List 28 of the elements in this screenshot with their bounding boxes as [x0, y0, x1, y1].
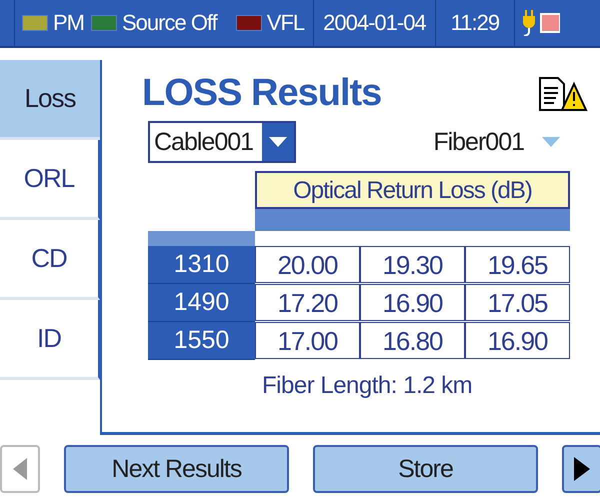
table-cell: 16.90 [465, 322, 570, 359]
table-cell: 17.05 [465, 284, 570, 321]
wavelength-cell: 1550 [148, 322, 255, 360]
indicator-label: VFL [266, 10, 304, 36]
indicator-label: PM [53, 10, 84, 36]
table-cell: 20.00 [255, 246, 360, 283]
time-text: 11:29 [450, 10, 500, 36]
table-cell: 19.30 [360, 246, 465, 283]
wavelength-cell: 1310 [148, 246, 255, 284]
table-cell: 16.80 [360, 322, 465, 359]
table-cell: 17.00 [255, 322, 360, 359]
cable-dropdown[interactable]: Cable001 [148, 121, 296, 163]
table-cell: 19.65 [465, 246, 570, 283]
table-cell: 16.90 [360, 284, 465, 321]
fiber-length-text: Fiber Length: 1.2 km [262, 372, 474, 400]
fiber-dropdown[interactable]: Fiber001 [433, 128, 560, 156]
wavelength-cell: 1490 [148, 284, 255, 322]
date-text: 2004-01-04 [322, 10, 427, 36]
action-button[interactable]: Store [313, 445, 538, 493]
action-button[interactable]: Next Results [64, 445, 289, 493]
page-title: LOSS Results [142, 72, 382, 115]
side-tab[interactable]: ORL [0, 140, 100, 220]
indicator-label: Source Off [122, 10, 217, 36]
table-cell: 17.20 [255, 284, 360, 321]
side-tab[interactable]: Loss [0, 60, 100, 140]
table-header: Optical Return Loss (dB) [255, 171, 570, 209]
side-tab[interactable]: ID [0, 300, 100, 380]
side-tab[interactable]: CD [0, 220, 100, 300]
